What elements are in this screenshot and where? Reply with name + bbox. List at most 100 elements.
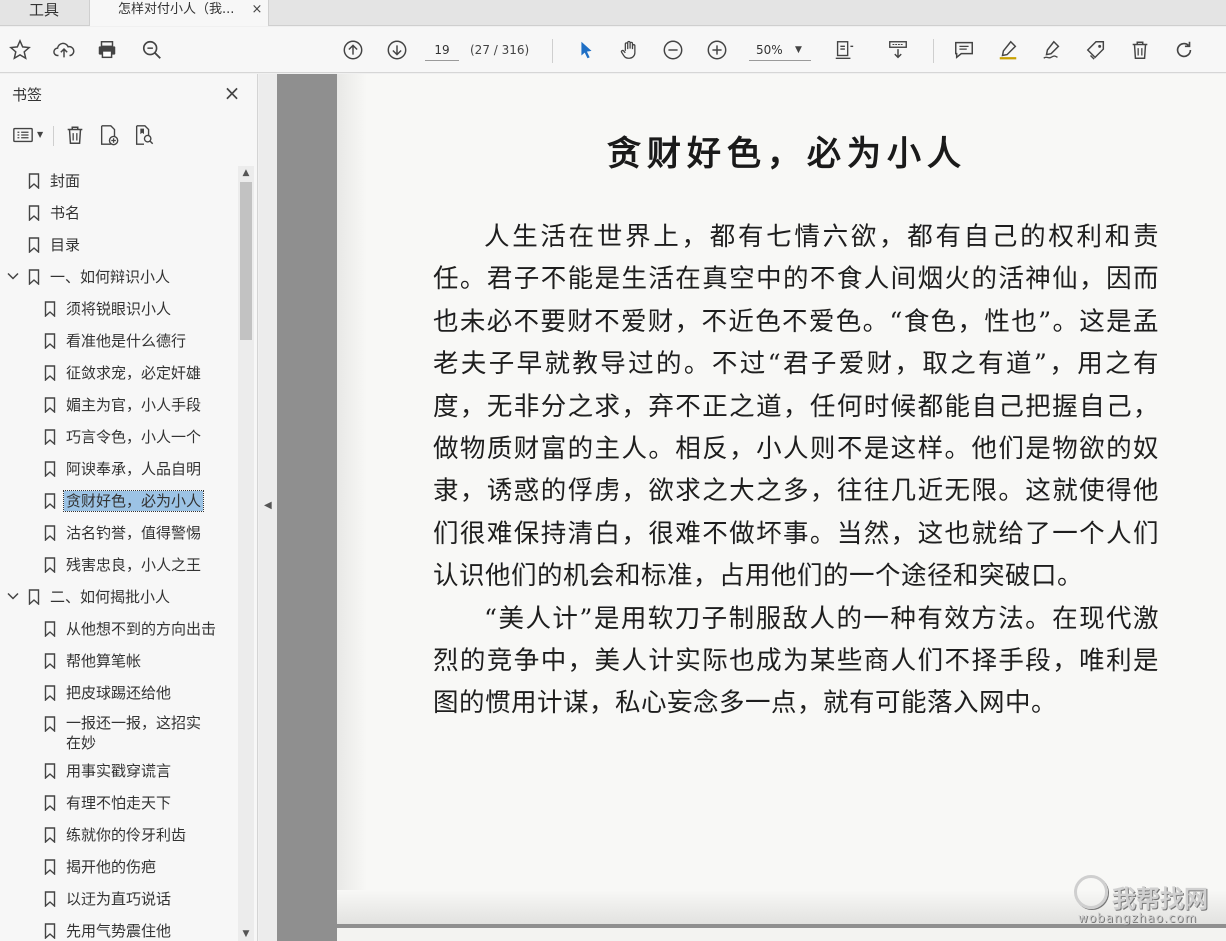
bookmark-item[interactable]: 揭开他的伤疤 (44, 854, 156, 880)
bookmark-label: 把皮球踢还给他 (66, 684, 172, 702)
bookmark-group-1[interactable]: 一、如何辩识小人 (7, 264, 170, 290)
bookmark-scrollbar[interactable]: ▲ ▼ (238, 166, 254, 941)
bookmark-icon (44, 923, 56, 939)
bookmark-tools: ▼ (0, 122, 258, 152)
bookmark-label: 从他想不到的方向出击 (66, 620, 217, 638)
bookmark-icon (28, 173, 40, 189)
bookmark-item[interactable]: 封面 (28, 168, 80, 194)
zoom-in-icon[interactable] (705, 38, 729, 62)
bookmark-icon (44, 493, 56, 509)
tab-document[interactable]: 怎样对付小人（我... (89, 0, 269, 26)
bookmark-label: 媚主为官，小人手段 (66, 396, 202, 414)
bookmark-icon (44, 685, 56, 701)
star-icon[interactable] (8, 38, 32, 62)
highlight-pen-icon[interactable] (996, 38, 1020, 62)
tab-tools[interactable]: 工具 (0, 0, 88, 26)
print-icon[interactable] (95, 38, 119, 62)
bookmark-item[interactable]: 看准他是什么德行 (44, 328, 186, 354)
bookmark-label: 用事实戳穿谎言 (66, 762, 172, 780)
chevron-down-icon[interactable] (6, 589, 20, 603)
bookmark-icon (44, 525, 56, 541)
bookmark-item[interactable]: 阿谀奉承，人品自明 (44, 456, 201, 482)
bookmark-item[interactable]: 先用气势震住他 (44, 918, 171, 941)
zoom-out-icon[interactable] (661, 38, 685, 62)
bookmark-item[interactable]: 一报还一报，这招实在妙 (44, 713, 214, 757)
scrollbar-thumb[interactable] (240, 182, 252, 340)
pdf-reader-window: 工具 怎样对付小人（我... × 19 (27 / 316) 50% ▼ 书签 … (0, 0, 1226, 941)
watermark-logo: 我帮找网 wobangzhao.com (1072, 875, 1222, 935)
page-count: (27 / 316) (470, 43, 530, 57)
arrow-down-circle-icon[interactable] (385, 38, 409, 62)
draw-signature-icon[interactable] (1040, 38, 1064, 62)
scroll-mode-icon[interactable] (886, 38, 910, 62)
bookmark-item[interactable]: 练就你的伶牙利齿 (44, 822, 186, 848)
bookmark-item-selected[interactable]: 贪财好色，必为小人 (44, 488, 205, 514)
panel-title: 书签 (12, 86, 43, 104)
comment-icon[interactable] (952, 38, 976, 62)
bookmark-item[interactable]: 残害忠良，小人之王 (44, 552, 201, 578)
bookmark-label: 有理不怕走天下 (66, 794, 172, 812)
bookmark-item[interactable]: 征敛求宠，必定奸雄 (44, 360, 201, 386)
page-number-input[interactable]: 19 (425, 39, 459, 61)
bookmark-label: 残害忠良，小人之王 (66, 556, 202, 574)
main-toolbar: 19 (27 / 316) 50% ▼ (0, 27, 1226, 73)
panel-splitter[interactable]: ◀ (259, 74, 277, 941)
tab-close-icon[interactable]: × (250, 2, 264, 18)
bookmark-item[interactable]: 从他想不到的方向出击 (44, 616, 216, 642)
bookmark-label: 二、如何揭批小人 (50, 588, 171, 606)
watermark-url: wobangzhao.com (1078, 911, 1198, 925)
bookmark-icon (28, 589, 40, 605)
scroll-down-icon[interactable]: ▼ (238, 927, 254, 941)
bookmark-label: 须将锐眼识小人 (66, 300, 172, 318)
bookmark-label: 沽名钓誉，值得警惕 (66, 524, 202, 542)
bookmark-icon (44, 795, 56, 811)
bookmark-label: 目录 (50, 236, 81, 254)
tag-icon[interactable] (1084, 38, 1108, 62)
bookmark-item[interactable]: 沽名钓誉，值得警惕 (44, 520, 201, 546)
hand-icon[interactable] (617, 38, 641, 62)
fit-page-icon[interactable] (832, 38, 856, 62)
bookmark-item[interactable]: 用事实戳穿谎言 (44, 758, 171, 784)
bookmark-item[interactable]: 有理不怕走天下 (44, 790, 171, 816)
chapter-title: 贪财好色，必为小人 (607, 134, 967, 174)
bookmark-item[interactable]: 须将锐眼识小人 (44, 296, 171, 322)
cloud-upload-icon[interactable] (52, 38, 76, 62)
scroll-up-icon[interactable]: ▲ (238, 166, 254, 180)
bookmark-item[interactable]: 以迂为直巧说话 (44, 886, 171, 912)
options-menu-icon[interactable] (10, 122, 36, 148)
select-arrow-icon[interactable] (574, 38, 598, 62)
bookmark-item[interactable]: 目录 (28, 232, 80, 258)
bookmarks-panel: 书签 × ▼ 封面 书名 目录 一、如何辩识小人 须将锐眼识小人 看准他是什么德… (0, 74, 258, 941)
bookmark-item[interactable]: 巧言令色，小人一个 (44, 424, 201, 450)
rotate-icon[interactable] (1172, 38, 1196, 62)
tab-bar: 工具 怎样对付小人（我... × (0, 0, 1226, 26)
delete-icon[interactable] (1128, 38, 1152, 62)
toolbar-divider (933, 39, 934, 63)
document-view[interactable]: 贪财好色，必为小人 人生活在世界上，都有七情六欲，都有自己的权利和责任。君子不能… (277, 74, 1226, 941)
bookmark-label: 阿谀奉承，人品自明 (66, 460, 202, 478)
bookmark-icon (44, 891, 56, 907)
delete-bookmark-icon[interactable] (62, 122, 88, 148)
new-bookmark-icon[interactable] (96, 122, 122, 148)
collapse-panel-icon[interactable]: ◀ (264, 500, 272, 511)
tools-divider (53, 126, 54, 146)
find-bookmark-icon[interactable] (131, 122, 157, 148)
pdf-page: 贪财好色，必为小人 人生活在世界上，都有七情六欲，都有自己的权利和责任。君子不能… (337, 74, 1226, 924)
bookmark-item[interactable]: 把皮球踢还给他 (44, 680, 171, 706)
arrow-up-circle-icon[interactable] (341, 38, 365, 62)
bookmark-icon (44, 716, 56, 732)
zoom-caret-icon[interactable]: ▼ (795, 39, 805, 61)
zoom-search-icon[interactable] (140, 38, 164, 62)
bookmark-icon (44, 621, 56, 637)
bookmark-icon (44, 365, 56, 381)
bookmark-item[interactable]: 媚主为官，小人手段 (44, 392, 201, 418)
bookmark-label: 巧言令色，小人一个 (66, 428, 202, 446)
bookmark-label: 练就你的伶牙利齿 (66, 826, 187, 844)
panel-close-icon[interactable]: × (221, 82, 243, 104)
bookmark-item[interactable]: 书名 (28, 200, 80, 226)
options-caret-icon[interactable]: ▼ (37, 130, 43, 139)
bookmark-group-2[interactable]: 二、如何揭批小人 (7, 584, 171, 610)
bookmark-icon (28, 237, 40, 253)
chevron-down-icon[interactable] (6, 269, 20, 283)
bookmark-item[interactable]: 帮他算笔帐 (44, 648, 141, 674)
